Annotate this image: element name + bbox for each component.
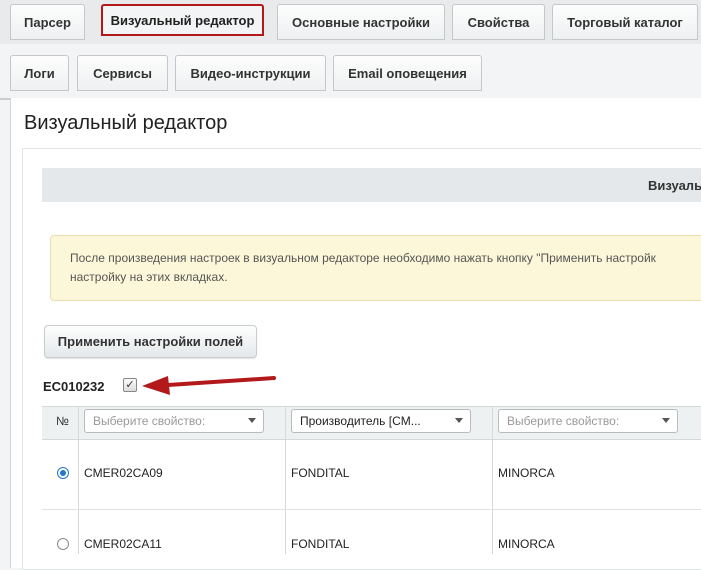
tab-main-settings[interactable]: Основные настройки (277, 4, 445, 40)
property-select-3[interactable]: Выберите свойство: (498, 409, 678, 433)
row-radio[interactable] (57, 538, 69, 550)
tab-video-instructions[interactable]: Видео-инструкции (175, 55, 326, 91)
chevron-down-icon (662, 418, 670, 423)
main-tabs: Парсер Визуальный редактор Основные наст… (0, 0, 701, 45)
notice-line-1: После произведения настроек в визуальном… (70, 251, 656, 265)
notice-line-2: настройку на этих вкладках. (70, 270, 228, 284)
notice-box: После произведения настроек в визуальном… (50, 235, 701, 301)
property-select-1[interactable]: Выберите свойство: (84, 409, 264, 433)
chevron-down-icon (455, 418, 463, 423)
tab-trade-catalog[interactable]: Торговый каталог (552, 4, 698, 40)
select-value: Выберите свойство: (93, 414, 206, 428)
section-header-text: Визуаль (648, 178, 701, 193)
table-cell: FONDITAL (291, 537, 350, 551)
table-cell: CMER02CA09 (84, 466, 163, 480)
row-radio[interactable] (57, 467, 69, 479)
tab-services[interactable]: Сервисы (77, 55, 168, 91)
page-title: Визуальный редактор (24, 112, 228, 134)
table-cell: FONDITAL (291, 466, 350, 480)
select-value: Выберите свойство: (507, 414, 620, 428)
table-cell: MINORCA (498, 537, 555, 551)
table-cell: MINORCA (498, 466, 555, 480)
apply-field-settings-button[interactable]: Применить настройки полей (44, 325, 257, 358)
secondary-tabs: Логи Сервисы Видео-инструкции Email опов… (0, 44, 701, 100)
property-select-2[interactable]: Производитель [CM... (291, 409, 471, 433)
tab-parser[interactable]: Парсер (10, 4, 85, 40)
number-column-header: № (56, 414, 69, 428)
tab-properties[interactable]: Свойства (452, 4, 545, 40)
tab-email-notifications[interactable]: Email оповещения (333, 55, 482, 91)
select-value: Производитель [CM... (300, 414, 421, 428)
chevron-down-icon (248, 418, 256, 423)
tab-visual-editor[interactable]: Визуальный редактор (101, 4, 264, 36)
tab-logs[interactable]: Логи (10, 55, 69, 91)
record-code: EC010232 (43, 379, 105, 394)
red-arrow-annotation (142, 376, 276, 395)
table-cell: CMER02CA11 (84, 537, 162, 551)
section-header: Визуаль (42, 168, 701, 202)
editor-frame (22, 148, 701, 570)
record-checkbox[interactable]: ✓ (123, 378, 137, 392)
